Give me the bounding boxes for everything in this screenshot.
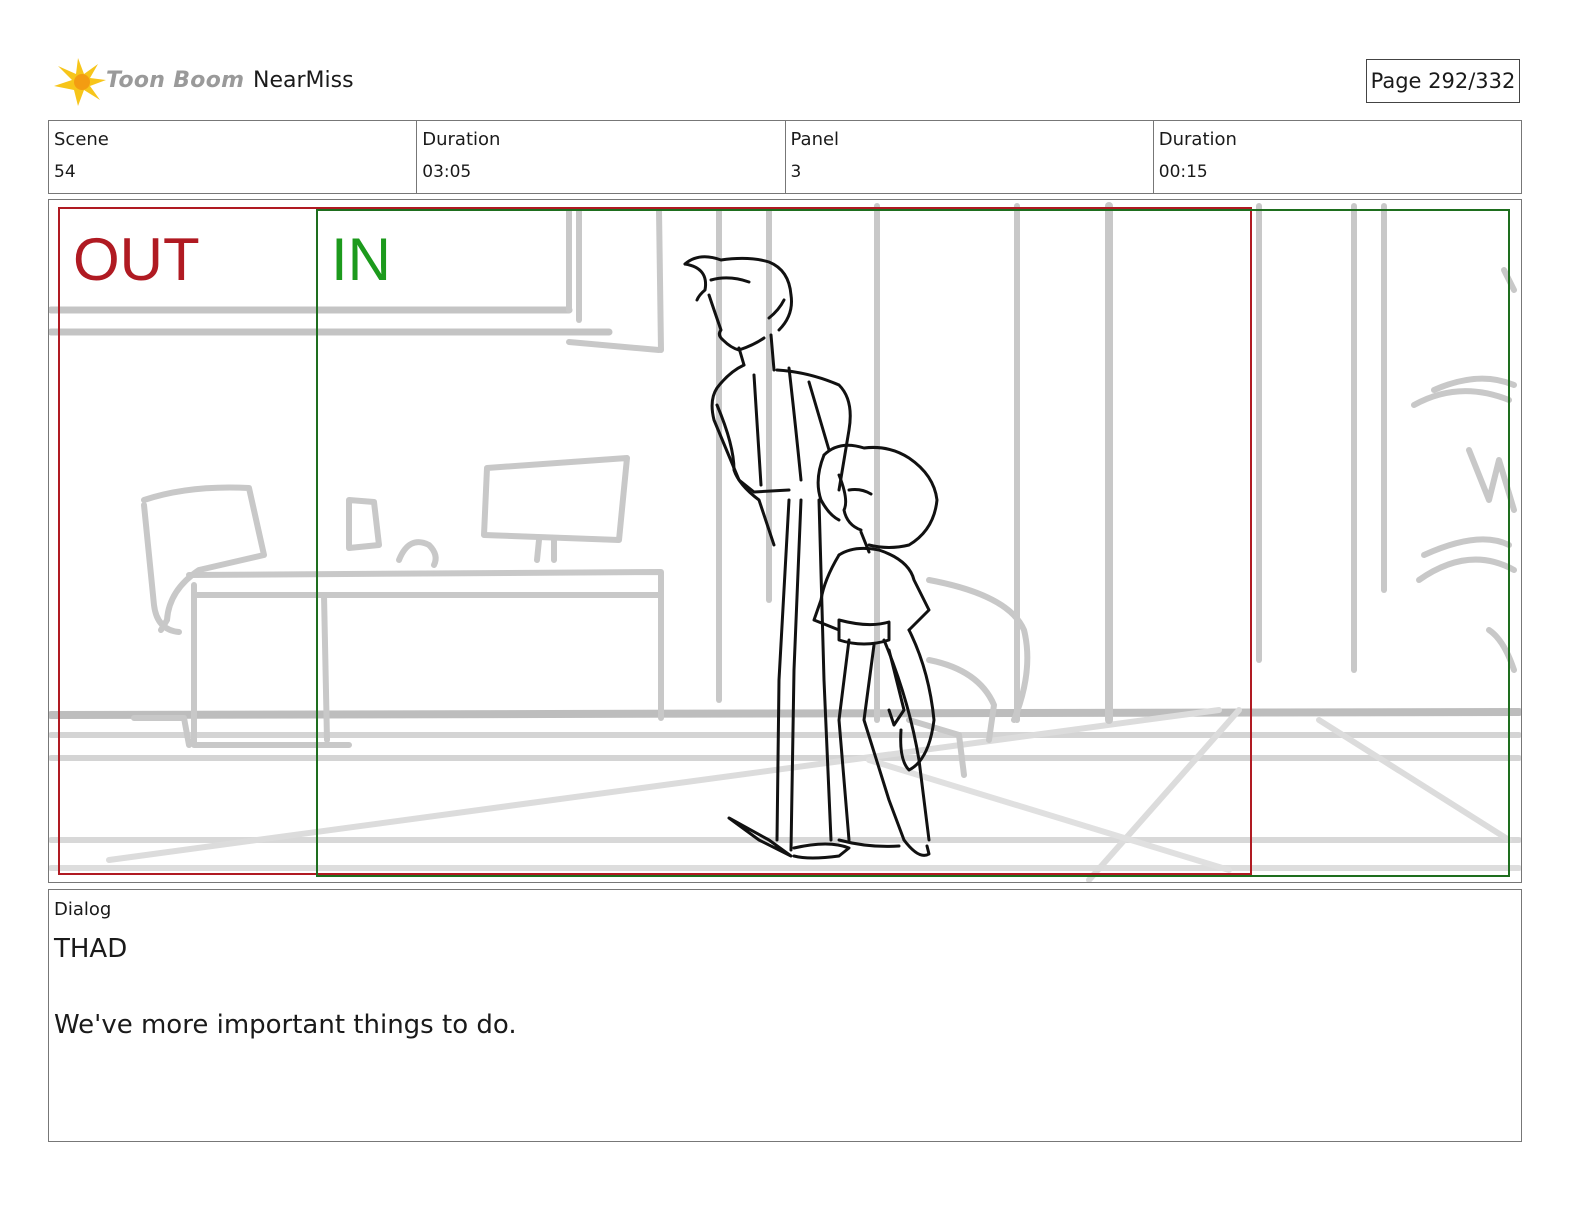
scene-duration-value: 03:05 (422, 162, 472, 182)
in-label: IN (331, 226, 391, 293)
panel-cell: Panel 3 (786, 121, 1154, 193)
toon-boom-logo: Toon Boom (52, 56, 245, 108)
page-header: Toon Boom NearMiss Page 292/332 (48, 52, 1536, 112)
starburst-icon (54, 58, 106, 106)
panel-label: Panel (790, 129, 840, 150)
scene-cell: Scene 54 (49, 121, 418, 193)
dialog-line: We've more important things to do. (54, 1010, 517, 1040)
panel-duration-value: 00:15 (1158, 162, 1208, 182)
scene-duration-label: Duration (422, 129, 501, 150)
storyboard-panel: OUT IN (48, 199, 1522, 883)
panel-duration-cell: Duration 00:15 (1154, 121, 1521, 193)
dialog-box: Dialog THAD We've more important things … (48, 889, 1522, 1142)
scene-label: Scene (54, 129, 109, 150)
project-name: NearMiss (253, 68, 354, 93)
background-sketch (49, 202, 1521, 882)
scene-duration-cell: Duration 03:05 (417, 121, 786, 193)
panel-drawing (49, 202, 1521, 882)
panel-duration-label: Duration (1158, 129, 1237, 150)
panel-value: 3 (790, 162, 802, 182)
scene-value: 54 (54, 162, 76, 182)
logo-text: Toon Boom (106, 68, 245, 93)
dialog-speaker: THAD (54, 934, 128, 964)
scene-info-table: Scene 54 Duration 03:05 Panel 3 Duration… (48, 120, 1522, 194)
dialog-label: Dialog (54, 899, 112, 920)
page-number: Page 292/332 (1366, 59, 1520, 103)
out-label: OUT (73, 226, 200, 293)
